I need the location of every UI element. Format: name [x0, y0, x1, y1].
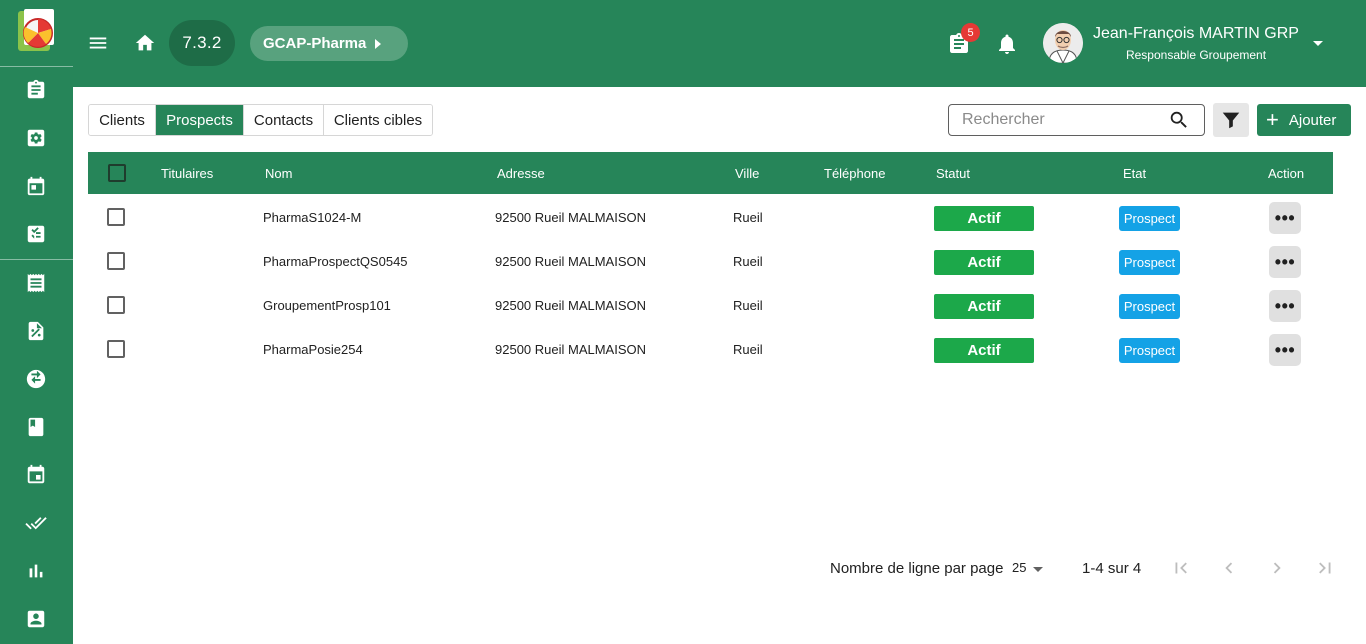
filter-button[interactable]: [1213, 103, 1249, 137]
column-header-telephone[interactable]: Téléphone: [824, 166, 885, 181]
more-actions-button[interactable]: •••: [1269, 290, 1301, 322]
cell-ville: Rueil: [733, 254, 763, 269]
cell-nom: PharmaProspectQS0545: [263, 254, 408, 269]
search-box: [948, 104, 1205, 136]
table-row[interactable]: PharmaPosie254 92500 Rueil MALMAISON Rue…: [88, 327, 1333, 371]
book-icon[interactable]: [24, 415, 48, 439]
sidebar: [0, 0, 73, 644]
row-checkbox[interactable]: [107, 296, 125, 314]
dropdown-arrow-icon: [1033, 567, 1043, 572]
sidebar-divider: [0, 259, 73, 260]
status-badge: Actif: [934, 250, 1034, 275]
last-page-icon[interactable]: [1313, 556, 1337, 580]
add-button[interactable]: + Ajouter: [1257, 104, 1351, 136]
table-header: Titulaires Nom Adresse Ville Téléphone S…: [88, 152, 1333, 194]
cell-adresse: 92500 Rueil MALMAISON: [495, 342, 647, 357]
rows-per-page-label: Nombre de ligne par page: [830, 560, 1004, 577]
column-header-statut[interactable]: Statut: [936, 166, 970, 181]
search-icon[interactable]: [1168, 109, 1190, 131]
next-page-icon[interactable]: [1265, 556, 1289, 580]
double-check-icon[interactable]: [24, 511, 48, 535]
state-badge: Prospect: [1119, 294, 1180, 319]
rows-per-page-select[interactable]: 25: [1012, 560, 1046, 578]
plus-icon: +: [1266, 107, 1279, 132]
column-header-adresse[interactable]: Adresse: [497, 166, 545, 181]
user-avatar[interactable]: [1043, 23, 1083, 63]
contact-card-icon[interactable]: [24, 607, 48, 631]
calendar-event-icon[interactable]: [24, 463, 48, 487]
bell-icon[interactable]: [995, 32, 1019, 56]
chevron-down-icon[interactable]: [1313, 41, 1323, 46]
status-badge: Actif: [934, 338, 1034, 363]
row-checkbox[interactable]: [107, 252, 125, 270]
app-logo[interactable]: [16, 9, 56, 55]
discount-document-icon[interactable]: [24, 319, 48, 343]
exchange-icon[interactable]: [24, 367, 48, 391]
cell-ville: Rueil: [733, 298, 763, 313]
more-actions-button[interactable]: •••: [1269, 202, 1301, 234]
table-row[interactable]: PharmaS1024-M 92500 Rueil MALMAISON Ruei…: [88, 195, 1333, 239]
first-page-icon[interactable]: [1169, 556, 1193, 580]
tab-contacts[interactable]: Contacts: [244, 105, 324, 135]
user-name: Jean-François MARTIN GRP: [1093, 25, 1299, 42]
column-header-nom[interactable]: Nom: [265, 166, 292, 181]
clipboard-icon[interactable]: [24, 78, 48, 102]
sidebar-divider: [0, 66, 73, 67]
cell-adresse: 92500 Rueil MALMAISON: [495, 254, 647, 269]
cell-nom: PharmaS1024-M: [263, 210, 362, 225]
filter-icon: [1222, 112, 1240, 129]
select-all-checkbox[interactable]: [108, 164, 126, 182]
brand-label: GCAP-Pharma: [263, 35, 367, 52]
tab-prospects[interactable]: Prospects: [156, 105, 244, 135]
table-row[interactable]: GroupementProsp101 92500 Rueil MALMAISON…: [88, 283, 1333, 327]
receipt-icon[interactable]: [24, 271, 48, 295]
column-header-action: Action: [1268, 166, 1305, 181]
more-actions-button[interactable]: •••: [1269, 246, 1301, 278]
top-bar: 7.3.2 GCAP-Pharma 5 Jean-François MARTIN…: [73, 0, 1366, 87]
status-badge: Actif: [934, 294, 1034, 319]
cell-ville: Rueil: [733, 342, 763, 357]
row-checkbox[interactable]: [107, 208, 125, 226]
cell-nom: PharmaPosie254: [263, 342, 363, 357]
table-row[interactable]: PharmaProspectQS0545 92500 Rueil MALMAIS…: [88, 239, 1333, 283]
state-badge: Prospect: [1119, 338, 1180, 363]
state-badge: Prospect: [1119, 250, 1180, 275]
calendar-icon[interactable]: [24, 174, 48, 198]
settings-box-icon[interactable]: [24, 126, 48, 150]
menu-icon[interactable]: [87, 32, 109, 54]
row-checkbox[interactable]: [107, 340, 125, 358]
version-badge: 7.3.2: [169, 20, 235, 66]
tab-clients-cibles[interactable]: Clients cibles: [324, 105, 432, 135]
notification-count-badge: 5: [961, 23, 980, 42]
tab-clients[interactable]: Clients: [89, 105, 156, 135]
status-badge: Actif: [934, 206, 1034, 231]
cell-adresse: 92500 Rueil MALMAISON: [495, 298, 647, 313]
previous-page-icon[interactable]: [1217, 556, 1241, 580]
search-input[interactable]: [962, 110, 1162, 130]
caret-right-icon: [375, 38, 382, 49]
cell-nom: GroupementProsp101: [263, 298, 391, 313]
cell-adresse: 92500 Rueil MALMAISON: [495, 210, 647, 225]
home-icon[interactable]: [134, 32, 156, 54]
column-header-etat[interactable]: Etat: [1123, 166, 1146, 181]
bar-chart-icon[interactable]: [24, 559, 48, 583]
column-header-ville[interactable]: Ville: [735, 166, 759, 181]
brand-selector[interactable]: GCAP-Pharma: [250, 26, 408, 61]
column-header-titulaires[interactable]: Titulaires: [161, 166, 213, 181]
more-actions-button[interactable]: •••: [1269, 334, 1301, 366]
add-button-label: Ajouter: [1288, 111, 1337, 129]
cell-ville: Rueil: [733, 210, 763, 225]
rows-per-page-value: 25: [1012, 560, 1027, 575]
state-badge: Prospect: [1119, 206, 1180, 231]
pagination-range: 1-4 sur 4: [1082, 560, 1142, 577]
tab-bar: Clients Prospects Contacts Clients cible…: [88, 104, 433, 136]
checklist-icon[interactable]: [24, 222, 48, 246]
user-role: Responsable Groupement: [1125, 48, 1267, 62]
